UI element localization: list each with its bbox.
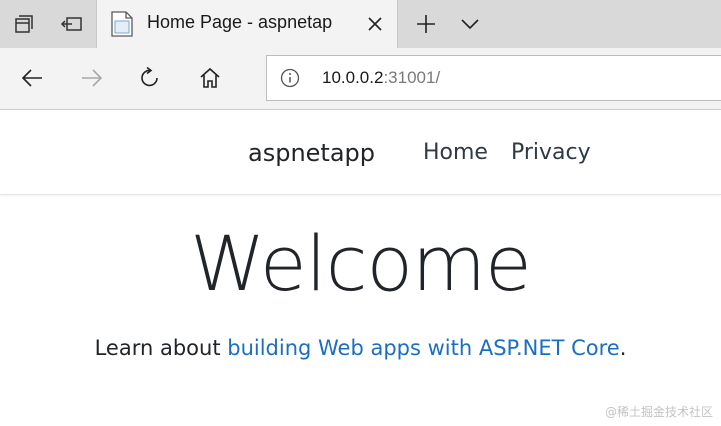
home-icon	[200, 67, 220, 88]
chevron-down-icon	[461, 19, 479, 30]
tab-aside-icon	[15, 15, 33, 33]
navbar-brand[interactable]: aspnetapp	[248, 139, 375, 167]
new-tab-button[interactable]	[404, 0, 448, 48]
close-icon	[368, 17, 382, 31]
tab-list-button[interactable]	[448, 0, 492, 48]
site-navbar: aspnetapp Home Privacy	[0, 110, 721, 195]
url-port: :31001/	[383, 68, 441, 87]
address-bar[interactable]: 10.0.0.2:31001/	[266, 55, 721, 101]
forward-button[interactable]	[70, 56, 114, 100]
page-heading: Welcome	[190, 219, 532, 308]
lead-suffix: .	[619, 336, 627, 360]
refresh-icon	[141, 66, 158, 87]
nav-link-privacy[interactable]: Privacy	[511, 140, 591, 165]
tab-strip: Home Page - aspnetap	[0, 0, 721, 48]
url-text[interactable]: 10.0.0.2:31001/	[322, 68, 440, 88]
info-icon[interactable]	[279, 67, 301, 89]
tab-close-button[interactable]	[363, 12, 387, 36]
lead-text: Learn about building Web apps with ASP.N…	[0, 336, 721, 360]
tab-title: Home Page - aspnetap	[147, 12, 333, 32]
set-aside-button[interactable]	[48, 0, 96, 48]
nav-link-home[interactable]: Home	[423, 140, 488, 165]
docs-link[interactable]: building Web apps with ASP.NET Core	[227, 336, 619, 360]
refresh-button[interactable]	[128, 56, 172, 100]
url-host: 10.0.0.2	[322, 68, 384, 87]
page-favicon	[111, 11, 133, 37]
browser-toolbar: 10.0.0.2:31001/	[0, 48, 721, 110]
back-button[interactable]	[10, 56, 54, 100]
tabs-aside-button[interactable]	[0, 0, 48, 48]
plus-icon	[417, 15, 435, 33]
back-tabs-icon	[60, 17, 82, 31]
forward-arrow-icon	[82, 69, 103, 87]
back-arrow-icon	[21, 69, 42, 87]
watermark: @稀土掘金技术社区	[604, 405, 713, 419]
home-button[interactable]	[188, 56, 232, 100]
lead-prefix: Learn about	[94, 336, 228, 360]
active-tab[interactable]: Home Page - aspnetap	[96, 0, 398, 48]
